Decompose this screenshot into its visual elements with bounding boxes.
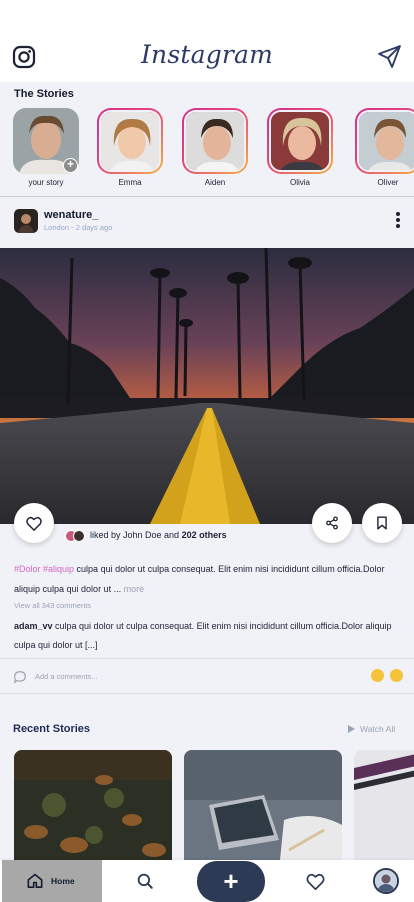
- story-avatar: [101, 112, 159, 170]
- add-comment-input[interactable]: Add a comments...: [35, 672, 98, 681]
- paper-plane-icon[interactable]: [377, 44, 402, 69]
- add-story-plus-icon[interactable]: +: [63, 158, 78, 173]
- recent-stories-section: Recent Stories Watch All: [0, 694, 414, 860]
- liker-avatars: [65, 530, 85, 542]
- more-options-icon[interactable]: [392, 212, 404, 230]
- brand-logo: Instagram: [140, 40, 274, 69]
- play-icon: [348, 725, 355, 733]
- recent-stories-title: Recent Stories: [13, 723, 91, 735]
- story-avatar: [186, 112, 244, 170]
- watch-all-label: Watch All: [360, 724, 396, 734]
- add-comment-bar[interactable]: Add a comments...: [0, 658, 414, 694]
- comment-text: culpa qui dolor ut culpa consequat. Elit…: [14, 621, 392, 650]
- watch-all-link[interactable]: Watch All: [348, 724, 395, 734]
- story-name: Olivia: [289, 178, 310, 187]
- story-thumbnail[interactable]: [355, 108, 414, 174]
- home-icon: [27, 873, 43, 888]
- recent-story-card[interactable]: [14, 750, 172, 860]
- post-location-time: London - 2 days ago: [44, 223, 113, 232]
- nav-home-label: Home: [51, 876, 75, 886]
- caption-more-link[interactable]: more: [124, 584, 145, 594]
- plus-icon: +: [223, 866, 239, 896]
- story-name: Aiden: [204, 178, 226, 187]
- story-name: your story: [28, 178, 64, 187]
- stories-title: The Stories: [14, 88, 74, 100]
- story-name: Oliver: [377, 178, 399, 187]
- story-avatar: [359, 112, 414, 170]
- nav-home-tab[interactable]: Home: [2, 860, 102, 902]
- caption-hashtags[interactable]: #Dolor #aliquip: [14, 564, 74, 574]
- bottom-navigation: Home +: [0, 860, 414, 902]
- post-header: wenature_ London - 2 days ago: [0, 198, 414, 248]
- recent-story-card[interactable]: [184, 750, 342, 860]
- likes-count: 202 others: [181, 530, 227, 540]
- likes-text[interactable]: liked by John Doe and 202 others: [90, 530, 227, 540]
- story-name: Emma: [118, 178, 142, 187]
- story-item-olivia[interactable]: Olivia: [267, 108, 337, 187]
- comment-username[interactable]: adam_vv: [14, 621, 53, 631]
- top-comment: adam_vv culpa qui dolor ut culpa consequ…: [14, 617, 404, 655]
- story-thumbnail[interactable]: [182, 108, 248, 174]
- top-bar: Instagram: [0, 0, 414, 82]
- story-item-own[interactable]: + your story: [13, 108, 83, 187]
- search-icon[interactable]: [136, 872, 154, 890]
- profile-avatar[interactable]: [373, 868, 399, 894]
- create-post-button[interactable]: +: [197, 861, 265, 902]
- recent-story-card[interactable]: [354, 750, 414, 860]
- post-image[interactable]: [0, 248, 414, 524]
- stories-section: The Stories + your story Emma Aiden Oliv…: [0, 82, 414, 197]
- emoji-laugh-icon[interactable]: [371, 669, 384, 682]
- likes-summary: liked by John Doe and 202 others: [0, 524, 414, 552]
- comment-bubble-icon: [13, 671, 26, 684]
- story-item-aiden[interactable]: Aiden: [182, 108, 252, 187]
- story-avatar: [271, 112, 329, 170]
- post-username[interactable]: wenature_: [44, 209, 98, 221]
- post-author-avatar[interactable]: [14, 209, 38, 233]
- story-item-oliver[interactable]: Oliver: [355, 108, 414, 187]
- story-item-emma[interactable]: Emma: [97, 108, 167, 187]
- story-thumbnail[interactable]: [267, 108, 333, 174]
- emoji-smile-icon[interactable]: [390, 669, 403, 682]
- post-caption: #Dolor #aliquip culpa qui dolor ut culpa…: [14, 559, 404, 599]
- heart-icon[interactable]: [306, 873, 325, 890]
- story-thumbnail[interactable]: [97, 108, 163, 174]
- view-all-comments-link[interactable]: View all 343 comments: [14, 601, 91, 610]
- likes-prefix: liked by John Doe and: [90, 530, 182, 540]
